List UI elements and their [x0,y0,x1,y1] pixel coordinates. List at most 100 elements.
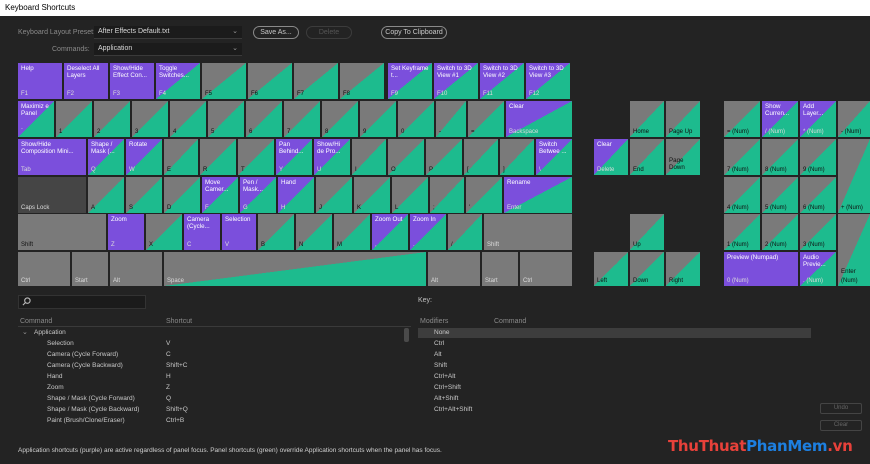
key-num-1[interactable]: 1 (Num) [724,214,760,250]
key-9[interactable]: 9 [360,101,396,137]
table-row[interactable]: Camera (Cycle Backward) Shift+C [18,361,411,371]
key-num-4[interactable]: 4 (Num) [724,177,760,213]
key-4[interactable]: 4 [170,101,206,137]
key-down[interactable]: Down [630,252,664,286]
key-tab[interactable]: Show/Hide Composition Mini... Tab [18,139,86,175]
key-f8[interactable]: F8 [340,63,384,99]
key-f4[interactable]: Toggle Switches... F4 [156,63,200,99]
search-input[interactable] [18,295,146,309]
key-right-shift[interactable]: Shift [484,214,572,250]
key-e[interactable]: E [164,139,198,175]
key-quote[interactable]: ' [466,177,502,213]
key-w[interactable]: Rotate W [126,139,162,175]
tree-group-application[interactable]: ⌄ Application [18,328,411,338]
key-s[interactable]: S [126,177,162,213]
key-a[interactable]: A [88,177,124,213]
key-g[interactable]: Pen / Mask... G [240,177,276,213]
key-num-9[interactable]: 9 (Num) [800,139,836,175]
key-num-6[interactable]: 6 (Num) [800,177,836,213]
key-f1[interactable]: Help F1 [18,63,62,99]
table-row[interactable]: Shape / Mask (Cycle Backward) Shift+Q [18,405,411,415]
key-l[interactable]: L [392,177,428,213]
key-home[interactable]: Home [630,101,664,137]
save-as-button[interactable]: Save As... [253,26,299,39]
key-f10[interactable]: Switch to 3D View #1 F10 [434,63,478,99]
key-right-bracket[interactable]: ] [500,139,534,175]
col-header-shortcut[interactable]: Shortcut [166,318,192,325]
key-left-start[interactable]: Start [72,252,108,286]
key-space[interactable]: Space [164,252,426,286]
key-num-3[interactable]: 3 (Num) [800,214,836,250]
key-f5[interactable]: F5 [202,63,246,99]
key-num-8[interactable]: 8 (Num) [762,139,798,175]
clear-button[interactable]: Clear [820,420,862,431]
key-b[interactable]: B [258,214,294,250]
key-1[interactable]: 1 [56,101,92,137]
undo-button[interactable]: Undo [820,403,862,414]
key-comma[interactable]: Zoom Out, [372,214,408,250]
key-n[interactable]: N [296,214,332,250]
copy-to-clipboard-button[interactable]: Copy To Clipboard [381,26,447,39]
modifier-row[interactable]: Shift [418,361,811,371]
key-right[interactable]: Right [666,252,700,286]
modifier-row[interactable]: Alt+Shift [418,394,811,404]
key-period[interactable]: Zoom In. [410,214,446,250]
key-v[interactable]: Selection V [222,214,256,250]
modifier-row[interactable]: Ctrl+Shift [418,383,811,393]
key-d[interactable]: D [164,177,200,213]
key-semicolon[interactable]: ; [430,177,464,213]
key-num-decimal[interactable]: Audio Previe.... (Num) [800,252,836,286]
key-num-5[interactable]: 5 (Num) [762,177,798,213]
table-row[interactable]: Paint (Brush/Clone/Eraser) Ctrl+B [18,416,411,426]
key-slash[interactable]: / [448,214,482,250]
key-num-multiply[interactable]: Add Layer... * (Num) [800,101,836,137]
key-c[interactable]: Camera (Cycle... C [184,214,220,250]
key-z[interactable]: Zoom Z [108,214,144,250]
key-num-plus[interactable]: + (Num) [838,139,870,213]
key-f9[interactable]: Set Keyframe t... F9 [388,63,432,99]
col-header-modifiers[interactable]: Modifiers [420,318,448,325]
key-f[interactable]: Move Camer... F [202,177,238,213]
table-row[interactable]: Shape / Mask (Cycle Forward) Q [18,394,411,404]
key-num-minus[interactable]: - (Num) [838,101,870,137]
table-row[interactable]: Selection V [18,339,411,349]
table-row[interactable]: Zoom Z [18,383,411,393]
key-backspace[interactable]: Clear Backspace [506,101,572,137]
key-5[interactable]: 5 [208,101,244,137]
key-enter[interactable]: Rename Enter [504,177,572,213]
key-right-ctrl[interactable]: Ctrl [520,252,572,286]
key-caps-lock[interactable]: Caps Lock [18,177,86,213]
key-num-equals[interactable]: = (Num) [724,101,760,137]
table-row[interactable]: Camera (Cycle Forward) C [18,350,411,360]
key-num-2[interactable]: 2 (Num) [762,214,798,250]
key-y[interactable]: Pan Behind... Y [276,139,312,175]
col-header-command[interactable]: Command [20,318,52,325]
key-8[interactable]: 8 [322,101,358,137]
key-left-alt[interactable]: Alt [110,252,162,286]
key-f2[interactable]: Deselect All Layers F2 [64,63,108,99]
key-num-7[interactable]: 7 (Num) [724,139,760,175]
key-6[interactable]: 6 [246,101,282,137]
key-delete[interactable]: Clear Delete [594,139,628,175]
key-right-alt[interactable]: Alt [428,252,480,286]
key-7[interactable]: 7 [284,101,320,137]
delete-preset-button[interactable]: Delete [306,26,352,39]
key-i[interactable]: I [352,139,386,175]
key-equals[interactable]: = [468,101,504,137]
key-end[interactable]: End [630,139,664,175]
table-row[interactable]: Hand H [18,372,411,382]
key-p[interactable]: P [426,139,462,175]
key-3[interactable]: 3 [132,101,168,137]
key-j[interactable]: J [316,177,352,213]
key-u[interactable]: Show/Hi de Pro... U [314,139,350,175]
key-left[interactable]: Left [594,252,628,286]
key-2[interactable]: 2 [94,101,130,137]
modifier-row[interactable]: Ctrl+Alt+Shift [418,405,811,415]
command-scrollbar[interactable] [404,328,409,342]
key-o[interactable]: O [388,139,424,175]
key-f12[interactable]: Switch to 3D View #3 F12 [526,63,570,99]
key-left-shift[interactable]: Shift [18,214,106,250]
key-h[interactable]: Hand H [278,177,314,213]
key-0[interactable]: 0 [398,101,434,137]
col-header-mod-command[interactable]: Command [494,318,526,325]
